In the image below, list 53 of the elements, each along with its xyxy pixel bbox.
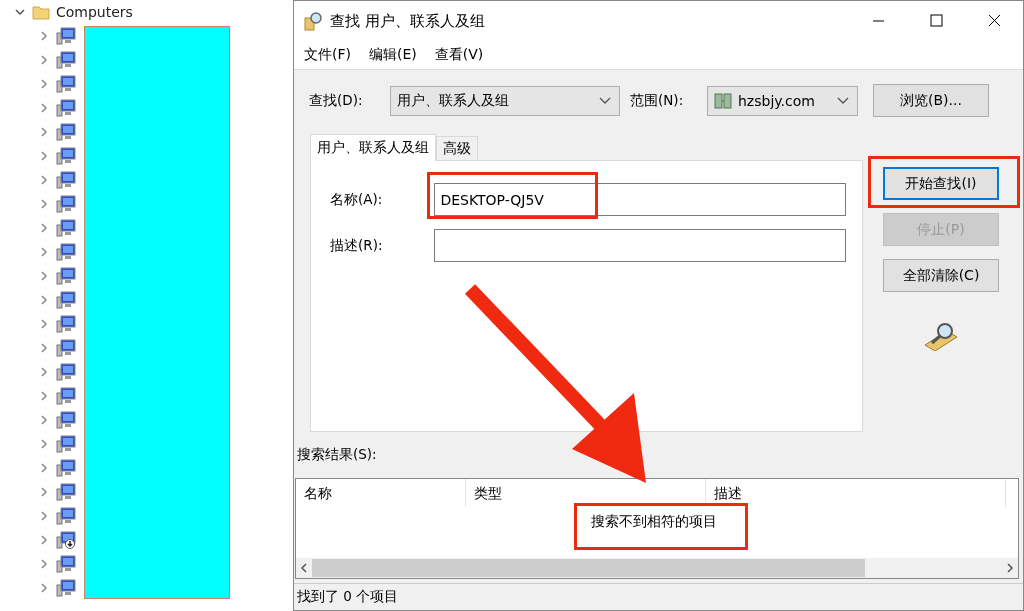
- dropdown-caret-icon: [837, 96, 849, 105]
- chevron-right-icon[interactable]: [38, 102, 50, 114]
- chevron-right-icon[interactable]: [38, 342, 50, 354]
- chevron-right-icon[interactable]: [38, 246, 50, 258]
- chevron-right-icon[interactable]: [38, 366, 50, 378]
- browse-button[interactable]: 浏览(B)...: [873, 84, 989, 118]
- scope-label: 范围(N):: [629, 91, 685, 110]
- chevron-right-icon[interactable]: [38, 510, 50, 522]
- chevron-right-icon[interactable]: [38, 198, 50, 210]
- magnifier-icon: [304, 11, 324, 31]
- input-field[interactable]: [434, 229, 846, 263]
- empty-message: 搜索不到相符的项目: [591, 512, 717, 532]
- chevron-right-icon[interactable]: [38, 270, 50, 282]
- scrollbar-thumb[interactable]: [312, 559, 865, 578]
- column-header[interactable]: 描述: [706, 479, 1006, 508]
- chevron-right-icon[interactable]: [38, 174, 50, 186]
- tab[interactable]: 用户、联系人及组: [310, 134, 436, 162]
- field-label: 描述(R):: [330, 236, 384, 255]
- chevron-down-icon[interactable]: [14, 6, 26, 18]
- domain-icon: [714, 91, 732, 110]
- chevron-right-icon[interactable]: [38, 54, 50, 66]
- chevron-right-icon[interactable]: [38, 294, 50, 306]
- action-button[interactable]: 开始查找(I): [883, 167, 999, 201]
- chevron-right-icon[interactable]: [38, 30, 50, 42]
- window-title: 查找 用户、联系人及组: [330, 11, 485, 31]
- status-bar: 找到了 0 个项目: [294, 583, 1023, 610]
- folder-icon: [32, 4, 50, 20]
- chevron-right-icon[interactable]: [38, 486, 50, 498]
- chevron-right-icon[interactable]: [38, 318, 50, 330]
- menu-item[interactable]: 文件(F): [304, 45, 351, 64]
- chevron-right-icon[interactable]: [38, 414, 50, 426]
- dropdown-caret-icon: [599, 96, 611, 105]
- column-header[interactable]: 名称: [296, 479, 466, 508]
- tab[interactable]: 高级: [436, 136, 478, 161]
- chevron-right-icon[interactable]: [38, 582, 50, 594]
- menu-item[interactable]: 查看(V): [434, 45, 484, 64]
- chevron-right-icon[interactable]: [38, 78, 50, 90]
- chevron-right-icon[interactable]: [38, 558, 50, 570]
- field-label: 名称(A):: [330, 190, 384, 209]
- chevron-right-icon[interactable]: [38, 390, 50, 402]
- results-label: 搜索结果(S):: [296, 445, 378, 465]
- input-field[interactable]: DESKTOP-QJ5V: [434, 183, 846, 217]
- chevron-right-icon[interactable]: [38, 126, 50, 138]
- chevron-right-icon[interactable]: [38, 438, 50, 450]
- chevron-right-icon[interactable]: [38, 222, 50, 234]
- action-button[interactable]: 全部清除(C): [883, 259, 999, 293]
- chevron-right-icon[interactable]: [38, 150, 50, 162]
- tree-item-label[interactable]: Computers: [56, 4, 133, 20]
- find-label: 查找(D):: [309, 91, 364, 110]
- chevron-right-icon[interactable]: [38, 462, 50, 474]
- find-dropdown[interactable]: 用户、联系人及组: [390, 85, 620, 116]
- menu-item[interactable]: 编辑(E): [369, 45, 417, 64]
- scope-dropdown[interactable]: hzsbjy.com: [707, 85, 858, 116]
